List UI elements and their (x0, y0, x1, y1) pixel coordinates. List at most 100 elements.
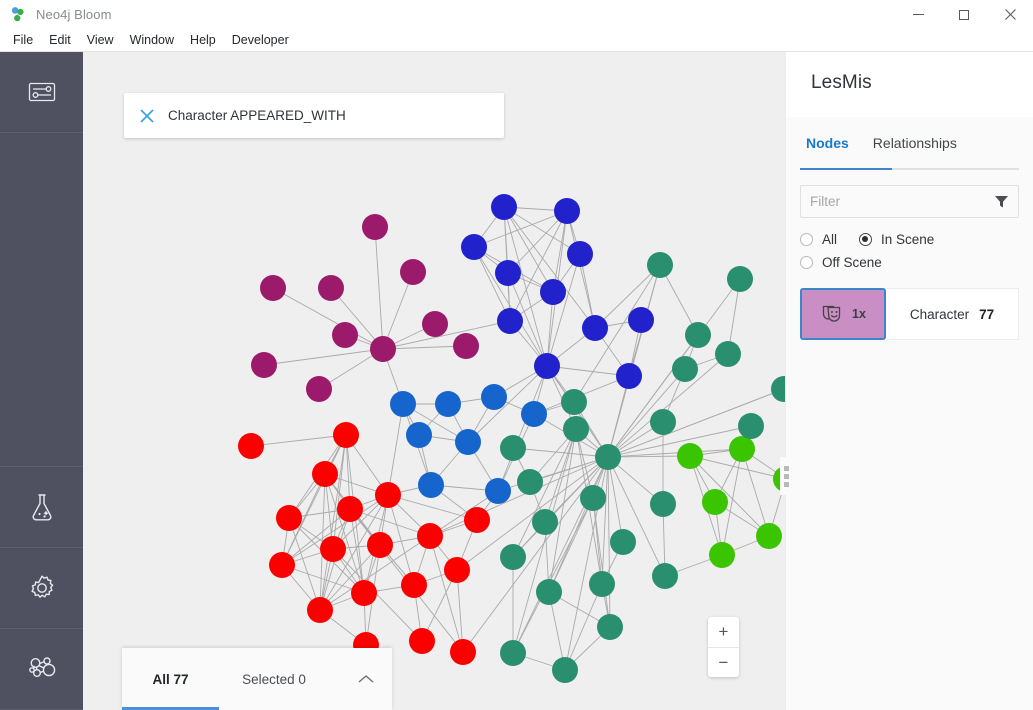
graph-node[interactable] (406, 422, 432, 448)
graph-edge[interactable] (512, 428, 577, 654)
graph-edge[interactable] (592, 497, 611, 628)
menu-developer[interactable]: Developer (224, 31, 297, 49)
graph-node[interactable] (422, 311, 448, 337)
category-item-character[interactable]: Character 77 (886, 288, 1019, 340)
tab-all[interactable]: All 77 (122, 648, 219, 710)
filter-field[interactable] (800, 185, 1019, 218)
search-bar[interactable]: Character APPEARED_WITH (124, 93, 504, 138)
graph-node[interactable] (461, 234, 487, 260)
graph-node[interactable] (536, 579, 562, 605)
tab-relationships[interactable]: Relationships (861, 117, 969, 163)
graph-node[interactable] (628, 307, 654, 333)
graph-node[interactable] (534, 353, 560, 379)
graph-node[interactable] (351, 580, 377, 606)
graph-node[interactable] (417, 523, 443, 549)
radio-all[interactable] (800, 233, 813, 246)
panel-resize-handle[interactable] (780, 457, 792, 495)
graph-node[interactable] (306, 376, 332, 402)
graph-node[interactable] (367, 532, 393, 558)
graph-node[interactable] (260, 275, 286, 301)
graph-node[interactable] (370, 336, 396, 362)
graph-node[interactable] (580, 485, 606, 511)
graph-node[interactable] (362, 214, 388, 240)
graph-node[interactable] (464, 507, 490, 533)
funnel-icon[interactable] (994, 194, 1009, 209)
graph-node[interactable] (337, 496, 363, 522)
graph-node[interactable] (312, 461, 338, 487)
clear-search-icon[interactable] (138, 107, 156, 125)
graph-visualization[interactable] (83, 52, 785, 710)
graph-node[interactable] (500, 544, 526, 570)
category-style-button[interactable]: 1x (800, 288, 886, 340)
graph-node[interactable] (481, 384, 507, 410)
graph-node[interactable] (715, 341, 741, 367)
graph-node[interactable] (435, 391, 461, 417)
graph-node[interactable] (595, 444, 621, 470)
rail-item-flask[interactable] (0, 467, 83, 548)
radio-in-scene-label[interactable]: In Scene (881, 232, 934, 247)
rail-item-settings[interactable] (0, 548, 83, 629)
graph-node[interactable] (561, 389, 587, 415)
graph-node[interactable] (485, 478, 511, 504)
graph-node[interactable] (455, 429, 481, 455)
graph-node[interactable] (444, 557, 470, 583)
graph-node[interactable] (647, 252, 673, 278)
graph-node[interactable] (276, 505, 302, 531)
minimize-button[interactable] (895, 0, 941, 29)
graph-node[interactable] (563, 416, 589, 442)
radio-all-label[interactable]: All (822, 232, 837, 247)
graph-node[interactable] (409, 628, 435, 654)
graph-node[interactable] (554, 198, 580, 224)
graph-node[interactable] (521, 401, 547, 427)
graph-node[interactable] (738, 413, 764, 439)
menu-edit[interactable]: Edit (41, 31, 79, 49)
filter-input[interactable] (810, 194, 994, 209)
graph-edge[interactable] (601, 456, 609, 585)
graph-edge[interactable] (689, 455, 770, 537)
graph-edge[interactable] (387, 403, 404, 496)
graph-node[interactable] (453, 333, 479, 359)
graph-node[interactable] (729, 436, 755, 462)
graph-node[interactable] (727, 266, 753, 292)
graph-node[interactable] (269, 552, 295, 578)
graph-edge[interactable] (512, 447, 609, 458)
zoom-in-button[interactable]: + (708, 617, 739, 647)
graph-node[interactable] (418, 472, 444, 498)
graph-node[interactable] (517, 469, 543, 495)
graph-edge[interactable] (429, 535, 464, 653)
graph-node[interactable] (672, 356, 698, 382)
graph-edge[interactable] (607, 456, 666, 577)
tab-nodes[interactable]: Nodes (794, 117, 861, 163)
graph-node[interactable] (589, 571, 615, 597)
graph-node[interactable] (390, 391, 416, 417)
graph-edge[interactable] (607, 334, 699, 458)
menu-file[interactable]: File (9, 31, 41, 49)
graph-node[interactable] (677, 443, 703, 469)
radio-off-scene-label[interactable]: Off Scene (822, 255, 882, 270)
radio-in-scene[interactable] (859, 233, 873, 246)
graph-node[interactable] (532, 509, 558, 535)
menu-help[interactable]: Help (182, 31, 224, 49)
graph-node[interactable] (375, 482, 401, 508)
graph-node[interactable] (238, 433, 264, 459)
graph-node[interactable] (652, 563, 678, 589)
graph-node[interactable] (582, 315, 608, 341)
graph-edge[interactable] (607, 456, 611, 628)
graph-node[interactable] (495, 260, 521, 286)
graph-canvas[interactable]: Character APPEARED_WITH + − All 77 Selec… (83, 52, 785, 710)
close-button[interactable] (987, 0, 1033, 29)
graph-node[interactable] (610, 529, 636, 555)
maximize-button[interactable] (941, 0, 987, 29)
graph-node[interactable] (650, 491, 676, 517)
menu-window[interactable]: Window (122, 31, 182, 49)
graph-edge[interactable] (374, 226, 384, 350)
graph-node[interactable] (650, 409, 676, 435)
rail-item-perspective[interactable] (0, 52, 83, 133)
rail-item-graph[interactable] (0, 629, 83, 710)
graph-node[interactable] (401, 572, 427, 598)
graph-node[interactable] (400, 259, 426, 285)
graph-node[interactable] (709, 542, 735, 568)
graph-node[interactable] (318, 275, 344, 301)
graph-node[interactable] (756, 523, 782, 549)
graph-node[interactable] (332, 322, 358, 348)
